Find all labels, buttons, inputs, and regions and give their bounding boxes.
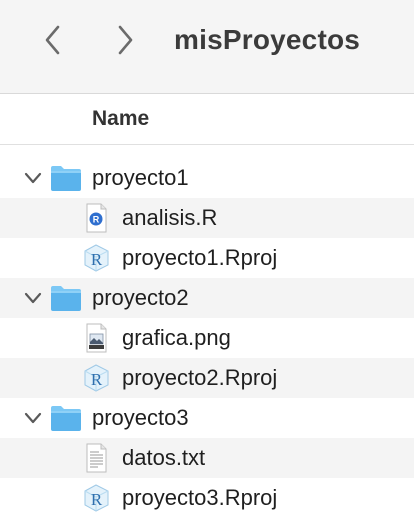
text-file-icon xyxy=(80,443,112,473)
list-item-proyecto1[interactable]: proyecto1 xyxy=(0,158,414,198)
rproj-icon: R xyxy=(80,483,112,513)
folder-icon xyxy=(50,283,82,313)
toolbar: misProyectos xyxy=(0,0,414,94)
column-header: Name xyxy=(0,94,414,145)
list-item-grafica-png[interactable]: grafica.png xyxy=(0,318,414,358)
folder-icon xyxy=(50,163,82,193)
item-label: grafica.png xyxy=(122,325,231,350)
item-label: proyecto3 xyxy=(92,405,189,430)
r-script-icon: R xyxy=(80,203,112,233)
item-label: proyecto1.Rproj xyxy=(122,245,278,270)
folder-icon xyxy=(50,403,82,433)
disclosure-chevron-down-icon[interactable] xyxy=(24,290,42,306)
list-item-proyecto2-rproj[interactable]: R proyecto2.Rproj xyxy=(0,358,414,398)
item-label: analisis.R xyxy=(122,205,218,230)
back-button[interactable] xyxy=(38,22,68,58)
list-item-proyecto3-rproj[interactable]: R proyecto3.Rproj xyxy=(0,478,414,518)
list-item-proyecto3[interactable]: proyecto3 xyxy=(0,398,414,438)
list-item-datos-txt[interactable]: datos.txt xyxy=(0,438,414,478)
chevron-right-icon xyxy=(118,25,133,55)
svg-text:R: R xyxy=(91,370,103,389)
image-file-icon xyxy=(80,323,112,353)
forward-button[interactable] xyxy=(110,22,140,58)
disclosure-chevron-down-icon[interactable] xyxy=(24,170,42,186)
svg-text:R: R xyxy=(91,250,103,269)
list-item-proyecto2[interactable]: proyecto2 xyxy=(0,278,414,318)
file-list: proyecto1 R analisis.R R proyecto1.Rproj xyxy=(0,158,414,518)
rproj-icon: R xyxy=(80,243,112,273)
svg-text:R: R xyxy=(91,490,103,509)
chevron-left-icon xyxy=(45,25,60,55)
item-label: proyecto3.Rproj xyxy=(122,485,278,510)
svg-text:R: R xyxy=(93,215,100,225)
window-title: misProyectos xyxy=(174,24,361,55)
list-item-proyecto1-rproj[interactable]: R proyecto1.Rproj xyxy=(0,238,414,278)
item-label: datos.txt xyxy=(122,445,206,470)
rproj-icon: R xyxy=(80,363,112,393)
item-label: proyecto1 xyxy=(92,165,189,190)
item-label: proyecto2 xyxy=(92,285,189,310)
name-column-header[interactable]: Name xyxy=(92,105,149,133)
disclosure-chevron-down-icon[interactable] xyxy=(24,410,42,426)
list-item-analisis-r[interactable]: R analisis.R xyxy=(0,198,414,238)
item-label: proyecto2.Rproj xyxy=(122,365,278,390)
